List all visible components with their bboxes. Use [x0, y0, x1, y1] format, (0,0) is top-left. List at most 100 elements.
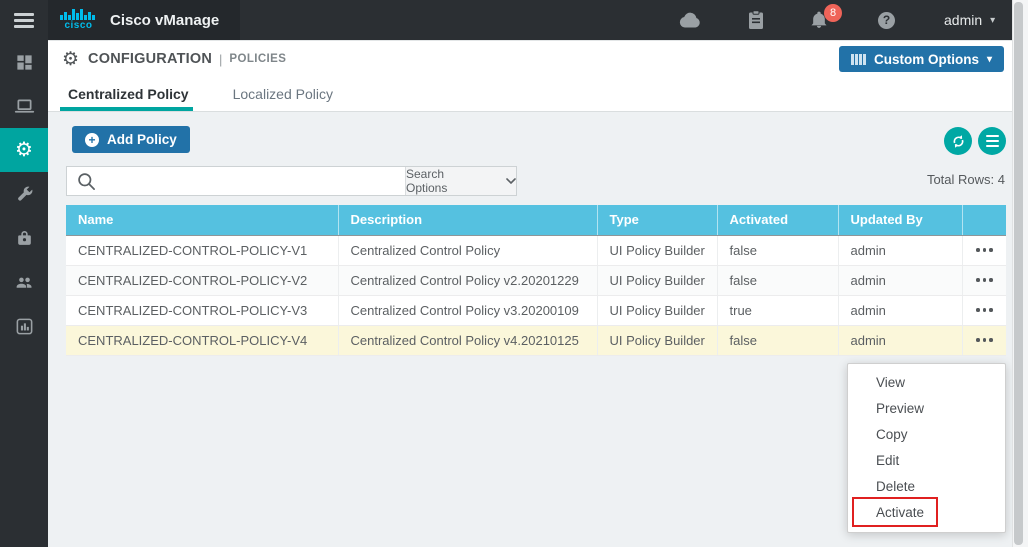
menu-item-copy[interactable]: Copy [848, 422, 1005, 448]
menu-item-preview[interactable]: Preview [848, 396, 1005, 422]
monitor-icon [14, 99, 34, 113]
brand-text: cisco [64, 20, 93, 31]
menu-item-view[interactable]: View [848, 370, 1005, 396]
custom-options-label: Custom Options [873, 51, 979, 67]
column-header-description[interactable]: Description [338, 205, 598, 236]
cell-description: Centralized Control Policy [338, 235, 598, 266]
table-row-selected[interactable]: CENTRALIZED-CONTROL-POLICY-V4 Centralize… [66, 325, 1007, 356]
top-bar: cisco Cisco vManage 8 ? admin ▾ [0, 0, 1028, 40]
administration-users-icon [16, 277, 31, 288]
search-options-dropdown[interactable]: Search Options [405, 167, 516, 195]
cell-activated: false [717, 235, 839, 266]
analytics-chart-icon [16, 318, 32, 334]
search-input[interactable] [96, 167, 405, 195]
sidebar-item-maintenance[interactable] [0, 216, 48, 260]
menu-item-edit[interactable]: Edit [848, 448, 1005, 474]
row-actions-button[interactable] [963, 236, 1007, 265]
cell-activated: false [717, 265, 839, 296]
cell-name: CENTRALIZED-CONTROL-POLICY-V2 [66, 265, 339, 296]
menu-item-activate[interactable]: Activate [848, 500, 1005, 526]
row-actions-button[interactable] [963, 326, 1007, 355]
menu-item-delete[interactable]: Delete [848, 474, 1005, 500]
row-context-menu: View Preview Copy Edit Delete Activate [847, 363, 1006, 533]
refresh-icon [953, 134, 963, 148]
column-header-name[interactable]: Name [66, 205, 339, 236]
sidebar-item-analytics[interactable] [0, 304, 48, 348]
row-actions-button[interactable] [963, 296, 1007, 325]
maintenance-bag-icon [17, 230, 31, 245]
chevron-down-icon [506, 178, 516, 184]
refresh-button[interactable] [944, 127, 972, 155]
cell-name: CENTRALIZED-CONTROL-POLICY-V1 [66, 235, 339, 266]
cell-name: CENTRALIZED-CONTROL-POLICY-V3 [66, 295, 339, 326]
user-name: admin [944, 12, 983, 28]
search-bar: Search Options [66, 166, 517, 196]
column-header-actions [962, 205, 1006, 236]
title-divider: | [219, 51, 223, 67]
tab-localized-policy[interactable]: Localized Policy [233, 77, 333, 111]
add-policy-label: Add Policy [107, 132, 177, 147]
chevron-down-icon: ▾ [986, 53, 992, 65]
cell-activated: true [717, 295, 839, 326]
cell-updated-by: admin [838, 325, 963, 356]
notification-badge[interactable]: 8 [824, 4, 842, 22]
table-row[interactable]: CENTRALIZED-CONTROL-POLICY-V1 Centralize… [66, 235, 1007, 266]
row-actions-button[interactable] [963, 266, 1007, 295]
table-row[interactable]: CENTRALIZED-CONTROL-POLICY-V2 Centralize… [66, 265, 1007, 296]
policies-table: Name Description Type Activated Updated … [66, 205, 1006, 356]
app-window: cisco Cisco vManage 8 ? admin ▾ ⚙ ⚙ CONF… [0, 0, 1028, 547]
hamburger-menu-icon[interactable] [14, 13, 34, 28]
help-icon[interactable]: ? [878, 0, 895, 40]
brand-block: cisco Cisco vManage [48, 0, 240, 40]
cell-type: UI Policy Builder [597, 235, 718, 266]
cell-activated: false [717, 325, 839, 356]
tab-label: Localized Policy [232, 86, 333, 102]
cell-name: CENTRALIZED-CONTROL-POLICY-V4 [66, 325, 339, 356]
product-title: Cisco vManage [110, 11, 220, 29]
cell-updated-by: admin [838, 265, 963, 296]
tasks-clipboard-icon[interactable] [748, 0, 764, 40]
table-options-button[interactable] [978, 127, 1006, 155]
dashboard-icon [16, 54, 32, 70]
total-rows-label: Total Rows: 4 [926, 172, 1005, 187]
cell-type: UI Policy Builder [597, 325, 718, 356]
cell-description: Centralized Control Policy v4.20210125 [338, 325, 598, 356]
user-menu[interactable]: admin ▾ [944, 0, 995, 40]
columns-icon [851, 53, 866, 65]
plus-circle-icon: + [85, 132, 99, 147]
page-title: CONFIGURATION [88, 51, 213, 67]
vertical-scrollbar[interactable] [1012, 0, 1028, 547]
cloud-icon[interactable] [679, 0, 702, 40]
sidebar-nav: ⚙ [0, 40, 48, 547]
custom-options-button[interactable]: Custom Options ▾ [839, 46, 1004, 72]
list-menu-icon [985, 134, 999, 148]
tab-bar: Centralized Policy Localized Policy [48, 77, 1012, 112]
configuration-gear-icon: ⚙ [15, 139, 33, 161]
sidebar-item-administration[interactable] [0, 260, 48, 304]
tab-label: Centralized Policy [68, 86, 189, 102]
tools-wrench-icon [17, 186, 32, 201]
scrollbar-thumb[interactable] [1014, 2, 1023, 545]
sidebar-item-monitor[interactable] [0, 84, 48, 128]
column-header-updated-by[interactable]: Updated By [838, 205, 963, 236]
cell-updated-by: admin [838, 235, 963, 266]
tab-centralized-policy[interactable]: Centralized Policy [60, 77, 193, 111]
search-options-label: Search Options [406, 167, 448, 195]
sidebar-item-dashboard[interactable] [0, 40, 48, 84]
chevron-down-icon: ▾ [990, 14, 996, 26]
column-header-type[interactable]: Type [597, 205, 718, 236]
cisco-logo-icon: cisco [60, 9, 97, 31]
page-header: ⚙ CONFIGURATION | POLICIES Custom Option… [48, 40, 1012, 77]
page-subtitle: POLICIES [229, 53, 287, 65]
sidebar-item-tools[interactable] [0, 172, 48, 216]
sidebar-item-configuration[interactable]: ⚙ [0, 128, 48, 172]
cell-type: UI Policy Builder [597, 295, 718, 326]
cell-description: Centralized Control Policy v2.20201229 [338, 265, 598, 296]
add-policy-button[interactable]: + Add Policy [72, 126, 190, 153]
search-icon [78, 172, 95, 190]
table-header-row: Name Description Type Activated Updated … [66, 205, 1006, 236]
cell-type: UI Policy Builder [597, 265, 718, 296]
column-header-activated[interactable]: Activated [717, 205, 839, 236]
table-row[interactable]: CENTRALIZED-CONTROL-POLICY-V3 Centralize… [66, 295, 1007, 326]
cell-description: Centralized Control Policy v3.20200109 [338, 295, 598, 326]
